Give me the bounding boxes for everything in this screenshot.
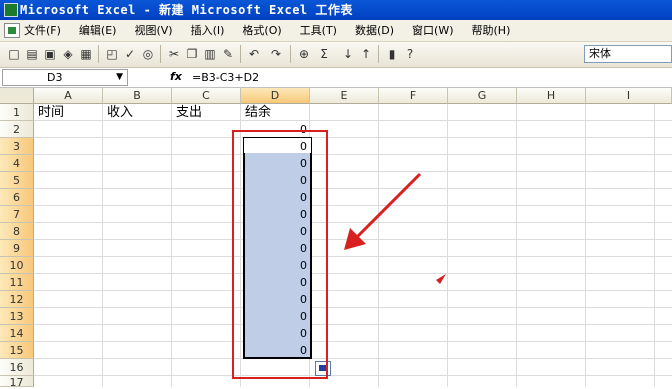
redo-icon[interactable]: ↷ [268,46,284,62]
chart-wizard-icon[interactable]: ▮ [384,46,400,62]
menu-insert[interactable]: 插入(I) [191,20,225,42]
hyperlink-icon[interactable]: ⊕ [296,46,312,62]
row-header-9[interactable]: 9 [0,240,34,257]
row-header-8[interactable]: 8 [0,223,34,240]
menu-help[interactable]: 帮助(H) [472,20,511,42]
column-header-g[interactable]: G [448,88,517,104]
print-preview-icon[interactable]: ◰ [104,46,120,62]
menu-file[interactable]: 文件(F) [24,20,61,42]
undo-icon[interactable]: ↶ [246,46,262,62]
print-icon[interactable]: ▦ [78,46,94,62]
column-header-e[interactable]: E [310,88,379,104]
permission-icon[interactable]: ◈ [60,46,76,62]
menu-items: 文件(F) 编辑(E) 视图(V) 插入(I) 格式(O) 工具(T) 数据(D… [24,20,528,42]
cell-a1[interactable]: 时间 [38,104,64,121]
select-all-corner[interactable] [0,88,34,104]
cell-reference: D3 [47,71,63,84]
excel-app-icon [4,3,18,17]
highlight-box [232,130,328,379]
copy-icon[interactable]: ❐ [184,46,200,62]
row-header-10[interactable]: 10 [0,257,34,274]
window-title: Microsoft Excel - 新建 Microsoft Excel 工作表 [20,3,353,17]
sort-descending-icon[interactable]: ↑ [358,46,374,62]
formula-bar: D3 ▼ fx =B3-C3+D2 [0,68,672,88]
insert-function-icon[interactable]: fx [170,70,182,83]
spelling-icon[interactable]: ✓ [122,46,138,62]
cell-d1[interactable]: 结余 [245,104,271,121]
save-icon[interactable]: ▣ [42,46,58,62]
column-header-c[interactable]: C [172,88,241,104]
menu-window[interactable]: 窗口(W) [412,20,453,42]
column-header-i[interactable]: I [586,88,672,104]
cut-icon[interactable]: ✂ [166,46,182,62]
help-icon[interactable]: ? [402,46,418,62]
workbook-icon[interactable] [4,23,20,38]
row-header-4[interactable]: 4 [0,155,34,172]
new-icon[interactable]: □ [6,46,22,62]
row-header-13[interactable]: 13 [0,308,34,325]
chevron-down-icon[interactable]: ▼ [116,70,123,85]
font-name-box[interactable]: 宋体 [584,45,672,63]
menu-format[interactable]: 格式(O) [242,20,281,42]
row-header-2[interactable]: 2 [0,121,34,138]
sort-ascending-icon[interactable]: ↓ [340,46,356,62]
cell-grid[interactable] [34,104,672,387]
menu-bar: 文件(F) 编辑(E) 视图(V) 插入(I) 格式(O) 工具(T) 数据(D… [0,20,672,42]
row-header-11[interactable]: 11 [0,274,34,291]
format-painter-icon[interactable]: ✎ [220,46,236,62]
column-header-f[interactable]: F [379,88,448,104]
menu-edit[interactable]: 编辑(E) [79,20,117,42]
row-header-6[interactable]: 6 [0,189,34,206]
menu-tools[interactable]: 工具(T) [300,20,337,42]
menu-view[interactable]: 视图(V) [134,20,172,42]
row-header-5[interactable]: 5 [0,172,34,189]
autosum-icon[interactable]: Σ [316,46,332,62]
row-header-17[interactable]: 17 [0,376,34,389]
toolbar-separator [378,45,379,63]
row-header-7[interactable]: 7 [0,206,34,223]
row-header-15[interactable]: 15 [0,342,34,359]
column-header-d[interactable]: D [241,88,310,104]
column-header-a[interactable]: A [34,88,103,104]
title-bar: Microsoft Excel - 新建 Microsoft Excel 工作表 [0,0,672,20]
standard-toolbar: □ ▤ ▣ ◈ ▦ ◰ ✓ ◎ ✂ ❐ ▥ ✎ ↶ ↷ ⊕ Σ ↓ ↑ ▮ ? … [0,42,672,68]
name-box[interactable]: D3 ▼ [2,69,128,86]
toolbar-separator [160,45,161,63]
row-header-12[interactable]: 12 [0,291,34,308]
worksheet: A B C D E F G H I 1 2 3 4 5 6 7 8 9 10 1… [0,88,672,389]
row-header-3[interactable]: 3 [0,138,34,155]
row-header-16[interactable]: 16 [0,359,34,376]
menu-data[interactable]: 数据(D) [355,20,394,42]
open-icon[interactable]: ▤ [24,46,40,62]
row-header-1[interactable]: 1 [0,104,34,121]
formula-input[interactable]: =B3-C3+D2 [192,71,259,84]
paste-icon[interactable]: ▥ [202,46,218,62]
row-header-14[interactable]: 14 [0,325,34,342]
cell-c1[interactable]: 支出 [176,104,202,121]
toolbar-separator [290,45,291,63]
cell-b1[interactable]: 收入 [107,104,133,121]
toolbar-separator [240,45,241,63]
toolbar-separator [98,45,99,63]
column-header-h[interactable]: H [517,88,586,104]
column-header-b[interactable]: B [103,88,172,104]
research-icon[interactable]: ◎ [140,46,156,62]
